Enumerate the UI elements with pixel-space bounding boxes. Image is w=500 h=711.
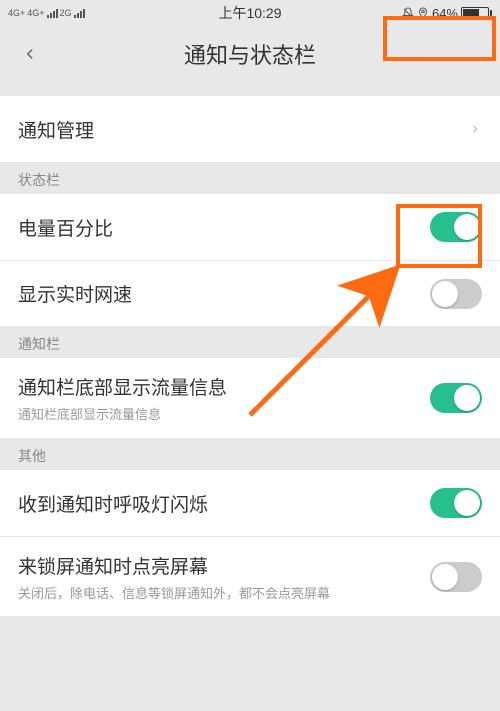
battery-icon [461, 7, 492, 20]
row-traffic-info: 通知栏底部显示流量信息 通知栏底部显示流量信息 [0, 358, 500, 438]
row-notification-management[interactable]: 通知管理 [0, 96, 500, 162]
section-header-notibar: 通知栏 [0, 326, 500, 358]
settings-list: 通知管理 状态栏 电量百分比 显示实时网速 通知栏 通知栏底部显示流量信息 通知… [0, 82, 500, 630]
location-icon [417, 7, 429, 19]
row-breathing-led: 收到通知时呼吸灯闪烁 [0, 470, 500, 536]
section-header-statusbar: 状态栏 [0, 162, 500, 194]
row-title: 电量百分比 [18, 214, 113, 241]
page-title: 通知与状态栏 [0, 38, 500, 70]
row-title: 通知栏底部显示流量信息 [18, 373, 227, 400]
toggle-wake-screen[interactable] [430, 562, 482, 592]
row-title: 显示实时网速 [18, 280, 132, 307]
row-subtitle: 通知栏底部显示流量信息 [18, 404, 227, 423]
row-battery-percentage: 电量百分比 [0, 194, 500, 260]
chevron-right-icon [468, 122, 482, 136]
mute-icon [402, 7, 414, 19]
toggle-traffic-info[interactable] [430, 383, 482, 413]
row-title: 通知管理 [18, 116, 94, 143]
toggle-realtime-netspeed[interactable] [430, 279, 482, 309]
battery-percent: 64% [432, 6, 458, 21]
status-bar: 4G+ 4G+ 2G 上午10:29 64% [0, 0, 500, 26]
nav-bar: 通知与状态栏 [0, 26, 500, 82]
status-right: 64% [402, 6, 492, 21]
row-subtitle: 关闭后，除电话、信息等锁屏通知外，都不会点亮屏幕 [18, 583, 330, 602]
section-header-other: 其他 [0, 438, 500, 470]
row-wake-screen: 来锁屏通知时点亮屏幕 关闭后，除电话、信息等锁屏通知外，都不会点亮屏幕 [0, 536, 500, 616]
row-title: 收到通知时呼吸灯闪烁 [18, 490, 208, 517]
row-realtime-netspeed: 显示实时网速 [0, 260, 500, 326]
toggle-battery-percentage[interactable] [430, 212, 482, 242]
row-title: 来锁屏通知时点亮屏幕 [18, 552, 330, 579]
toggle-breathing-led[interactable] [430, 488, 482, 518]
